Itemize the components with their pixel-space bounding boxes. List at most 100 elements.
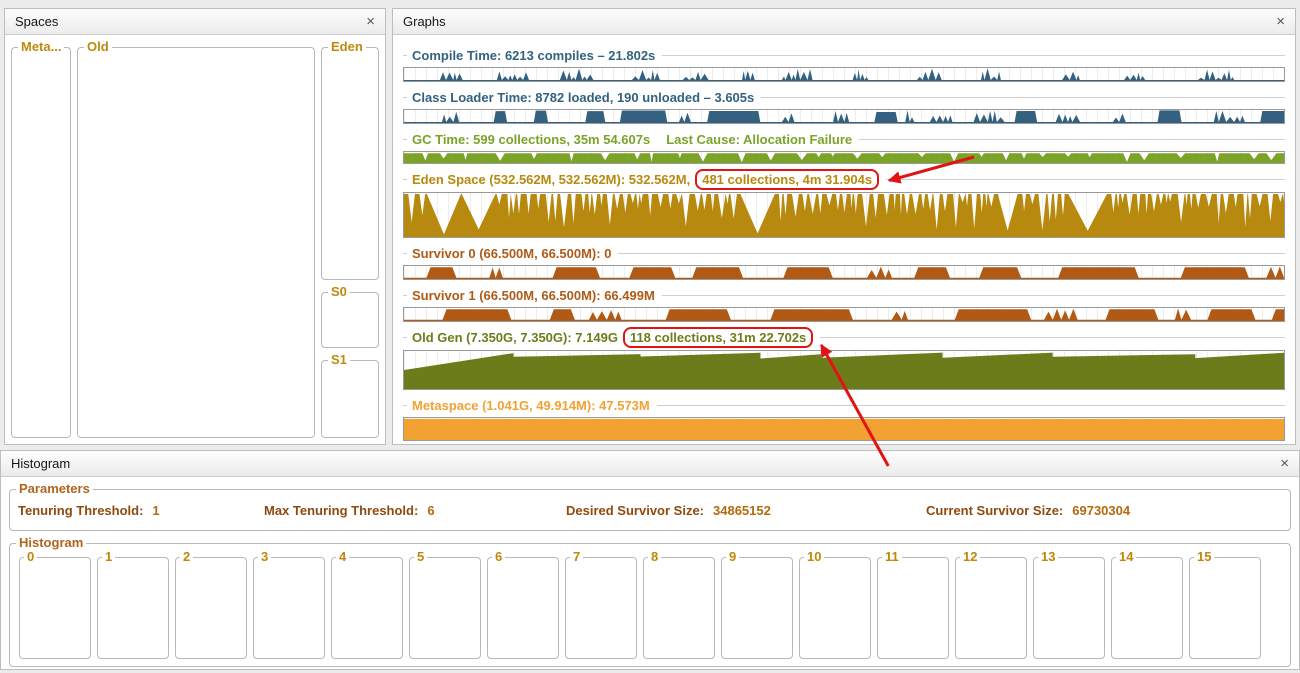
class-loader-graph <box>403 109 1285 124</box>
survivor0-graph <box>403 265 1285 280</box>
age-bin-label: 1 <box>102 550 116 564</box>
age-bin-1: 1 <box>97 550 169 659</box>
compile-time-graph <box>403 67 1285 82</box>
age-bin-2: 2 <box>175 550 247 659</box>
graph-row-eden-space: Eden Space (532.562M, 532.562M): 532.562… <box>403 169 1285 238</box>
param-value: 34865152 <box>713 502 771 518</box>
age-bin-label: 11 <box>882 550 902 564</box>
age-bin-10: 10 <box>799 550 871 659</box>
age-bin-0: 0 <box>19 550 91 659</box>
titled-border-tick <box>403 404 407 406</box>
age-bin-5: 5 <box>409 550 481 659</box>
old-gen-graph <box>403 350 1285 390</box>
class-loader-label: Class Loader Time: 8782 loaded, 190 unlo… <box>412 89 755 105</box>
parameters-box-label: Parameters <box>16 482 93 496</box>
metaspace-space-box: Meta... <box>11 40 71 438</box>
graphs-titlebar: Graphs × <box>393 9 1295 35</box>
titled-border-tick <box>403 138 407 140</box>
titled-border-line <box>618 252 1285 254</box>
age-bin-label: 12 <box>960 550 981 564</box>
survivor1-graph <box>403 307 1285 322</box>
gc-time-label: GC Time: 599 collections, 35m 54.607s <box>412 131 651 147</box>
tenuring-threshold-param: Tenuring Threshold: 1 <box>18 503 264 518</box>
age-bin-3: 3 <box>253 550 325 659</box>
age-bin-7: 7 <box>565 550 637 659</box>
graph-row-old-gen: Old Gen (7.350G, 7.350G): 7.149G 118 col… <box>403 327 1285 390</box>
survivor1-label: Survivor 1 (66.500M, 66.500M): 66.499M <box>412 287 655 303</box>
age-bin-label: 14 <box>1116 550 1137 564</box>
age-bin-8: 8 <box>643 550 715 659</box>
titled-border-line <box>662 54 1285 56</box>
param-value: 6 <box>427 502 435 518</box>
spaces-content: Meta... Old Eden S0 S1 <box>5 35 385 444</box>
s0-space-box: S0 <box>321 285 379 348</box>
age-bin-label: 13 <box>1038 550 1059 564</box>
graph-row-metaspace: Metaspace (1.041G, 49.914M): 47.573M <box>403 395 1285 441</box>
graphs-title: Graphs <box>403 14 446 29</box>
histogram-close-icon[interactable]: × <box>1280 456 1289 471</box>
titled-border-line <box>859 138 1285 140</box>
param-label: Max Tenuring Threshold: <box>264 502 419 518</box>
spaces-title: Spaces <box>15 14 59 29</box>
age-bin-9: 9 <box>721 550 793 659</box>
compile-time-label: Compile Time: 6213 compiles – 21.802s <box>412 47 656 63</box>
age-bin-label: 0 <box>24 550 38 564</box>
histogram-title: Histogram <box>11 456 71 471</box>
histogram-titlebar: Histogram × <box>1 451 1299 477</box>
desired-survivor-size-param: Desired Survivor Size: 34865152 <box>566 503 926 518</box>
parameters-row: Tenuring Threshold: 1 Max Tenuring Thres… <box>10 490 1290 530</box>
metaspace-graph <box>403 417 1285 441</box>
old-gen-collections-highlight: 118 collections, 31m 22.702s <box>622 327 814 348</box>
eden-collections-highlight: 481 collections, 4m 31.904s <box>695 169 880 190</box>
titled-border-line <box>886 179 1285 180</box>
age-bin-13: 13 <box>1033 550 1105 659</box>
spaces-titlebar: Spaces × <box>5 9 385 35</box>
young-gen-column: Eden S0 S1 <box>321 40 379 438</box>
age-bin-12: 12 <box>955 550 1027 659</box>
titled-border-tick <box>403 252 407 254</box>
param-label: Desired Survivor Size: <box>566 502 704 518</box>
parameters-box: Parameters Tenuring Threshold: 1 Max Ten… <box>9 482 1291 531</box>
survivor0-label: Survivor 0 (66.500M, 66.500M): 0 <box>412 245 612 261</box>
graphs-close-icon[interactable]: × <box>1276 14 1285 29</box>
age-bin-label: 9 <box>726 550 740 564</box>
spaces-panel: Spaces × Meta... Old Eden S0 S1 <box>4 8 386 445</box>
histogram-content: Parameters Tenuring Threshold: 1 Max Ten… <box>1 477 1299 669</box>
eden-space-graph <box>403 192 1285 238</box>
titled-border-line <box>820 337 1285 338</box>
age-bin-label: 4 <box>336 550 350 564</box>
metaspace-space-label: Meta... <box>18 40 65 54</box>
titled-border-tick <box>403 179 407 180</box>
titled-border-line <box>661 294 1285 296</box>
graph-row-gc-time: GC Time: 599 collections, 35m 54.607s La… <box>403 129 1285 164</box>
old-space-box: Old <box>77 40 315 438</box>
histogram-panel: Histogram × Parameters Tenuring Threshol… <box>0 450 1300 670</box>
age-bin-label: 10 <box>804 550 825 564</box>
titled-border-tick <box>403 54 407 56</box>
old-space-label: Old <box>84 40 112 54</box>
age-histogram-box-label: Histogram <box>16 536 87 550</box>
graph-row-class-loader: Class Loader Time: 8782 loaded, 190 unlo… <box>403 87 1285 124</box>
param-value: 69730304 <box>1072 502 1131 518</box>
age-bin-4: 4 <box>331 550 403 659</box>
titled-border-tick <box>403 337 407 338</box>
age-bins-row: 0 1 2 3 4 5 6 7 8 9 10 11 12 13 14 15 <box>13 550 1287 659</box>
eden-space-graph-label: Eden Space (532.562M, 532.562M): 532.562… <box>412 172 691 187</box>
param-value: 1 <box>152 502 160 518</box>
titled-border-line <box>761 96 1285 98</box>
old-gen-label: Old Gen (7.350G, 7.350G): 7.149G <box>412 330 618 345</box>
graphs-content: Compile Time: 6213 compiles – 21.802s Cl… <box>393 35 1295 444</box>
titled-border-tick <box>403 96 407 98</box>
spaces-close-icon[interactable]: × <box>366 14 375 29</box>
age-bin-14: 14 <box>1111 550 1183 659</box>
titled-border-line <box>656 404 1285 406</box>
eden-space-label: Eden <box>328 40 366 54</box>
graph-row-survivor-0: Survivor 0 (66.500M, 66.500M): 0 <box>403 243 1285 280</box>
s1-space-box: S1 <box>321 353 379 438</box>
gc-last-cause-label: Last Cause: Allocation Failure <box>666 131 853 147</box>
age-bin-label: 5 <box>414 550 428 564</box>
age-bin-11: 11 <box>877 550 949 659</box>
age-bin-6: 6 <box>487 550 559 659</box>
s1-space-label: S1 <box>328 353 350 367</box>
age-bin-label: 15 <box>1194 550 1215 564</box>
